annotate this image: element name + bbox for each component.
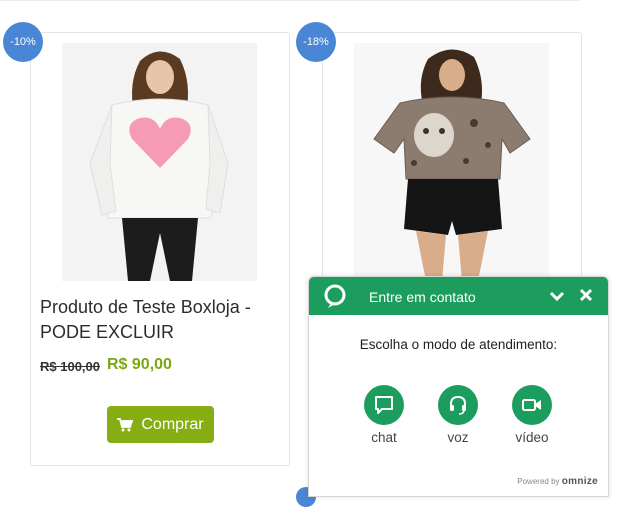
widget-prompt: Escolha o modo de atendimento: — [359, 337, 558, 352]
chat-option-button[interactable]: chat — [354, 385, 414, 445]
discount-label: -18% — [303, 36, 329, 48]
video-option-button[interactable]: vídeo — [502, 385, 562, 445]
product-image[interactable] — [354, 43, 549, 281]
voice-option-button[interactable]: voz — [428, 385, 488, 445]
new-price: R$ 90,00 — [107, 356, 172, 373]
powered-by: Powered by omnize — [517, 476, 598, 487]
voice-option-label: voz — [447, 430, 469, 445]
video-option-circle[interactable] — [512, 385, 552, 425]
brand-name: omnize — [561, 476, 598, 487]
sweater-heart-product-image — [62, 43, 257, 281]
chat-icon — [375, 396, 393, 414]
discount-label: -10% — [10, 36, 36, 48]
chat-option-label: chat — [371, 430, 397, 445]
omnize-logo-icon — [324, 284, 346, 308]
buy-button-label: Comprar — [141, 415, 204, 433]
top-divider — [0, 0, 580, 1]
widget-header[interactable]: Entre em contato — [309, 277, 608, 315]
widget-title: Entre em contato — [369, 289, 476, 305]
video-camera-icon — [522, 399, 541, 411]
product-card[interactable]: Produto de Teste Boxloja - PODE EXCLUIR … — [30, 32, 290, 466]
discount-badge: -18% — [296, 22, 336, 62]
cart-icon — [117, 417, 134, 431]
leopard-tshirt-product-image — [354, 43, 549, 281]
close-icon[interactable] — [579, 288, 593, 302]
buy-button[interactable]: Comprar — [107, 406, 214, 443]
powered-by-label: Powered by — [517, 477, 560, 486]
product-image[interactable] — [62, 43, 257, 281]
chevron-down-icon[interactable] — [549, 289, 565, 303]
chat-option-circle[interactable] — [364, 385, 404, 425]
discount-badge: -10% — [3, 22, 43, 62]
contact-widget[interactable]: Entre em contato Escolha o modo de atend… — [308, 276, 609, 497]
voice-option-circle[interactable] — [438, 385, 478, 425]
product-name[interactable]: Produto de Teste Boxloja - PODE EXCLUIR — [40, 295, 275, 345]
old-price: R$ 100,00 — [40, 359, 100, 374]
headset-icon — [450, 395, 466, 415]
video-option-label: vídeo — [515, 430, 549, 445]
